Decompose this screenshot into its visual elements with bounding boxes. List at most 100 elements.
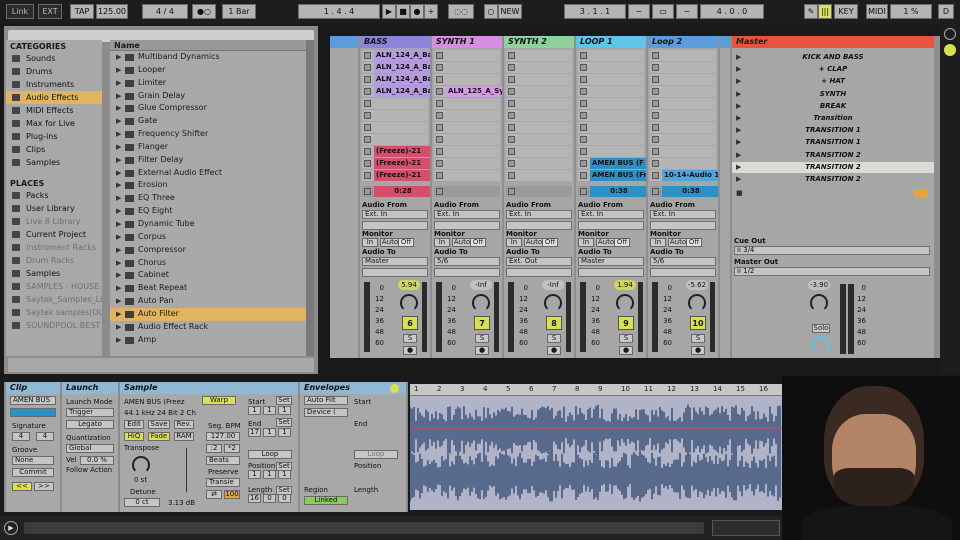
track-pan-knob[interactable] [616, 294, 634, 312]
clip-launch-icon[interactable] [652, 112, 659, 119]
place-item[interactable]: SAMPLES - HOUSE [6, 280, 102, 293]
track-stub-header[interactable] [330, 36, 358, 48]
clip-slot[interactable] [578, 146, 644, 157]
browser-list-item[interactable]: ▶ Filter Delay [110, 154, 306, 167]
detune-field[interactable]: 0 ct [124, 498, 160, 507]
browser-list-item[interactable]: ▶ Multiband Dynamics [110, 51, 306, 64]
input-channel-chooser[interactable] [506, 221, 572, 230]
clip[interactable]: ALN_125_A_Syn [446, 86, 502, 97]
monitor-button[interactable]: In [578, 238, 594, 247]
launch-mode-chooser[interactable]: Trigger [66, 408, 114, 417]
clip-slot[interactable] [506, 50, 572, 61]
bar-beat-field[interactable]: 0 [263, 494, 276, 503]
clip-slot[interactable]: (Freeze)-21 [362, 158, 430, 169]
hiq-button[interactable]: HiQ [124, 432, 144, 441]
envelope-device-chooser[interactable]: Auto Filt [304, 396, 348, 405]
scene-row[interactable]: ▶ TRANSITION 2 [732, 174, 934, 185]
place-item[interactable]: Drum Racks [6, 254, 102, 267]
category-item[interactable]: Audio Effects [6, 91, 102, 104]
audio-to-chooser[interactable]: Master [578, 257, 644, 266]
track-header[interactable]: BASS [360, 36, 430, 48]
beat-ruler[interactable]: 1 2 3 4 5 6 7 8 9 10 11 12 13 14 15 16 [410, 384, 782, 396]
monitor-button[interactable]: Auto [596, 238, 616, 247]
monitor-button[interactable]: In [362, 238, 378, 247]
expand-arrow-icon[interactable]: ▶ [116, 90, 121, 103]
loop-start-field[interactable]: 3 . 1 . 1 [564, 4, 626, 19]
track-activator-button[interactable]: 9 [618, 316, 634, 330]
solo-button[interactable]: S [547, 334, 561, 343]
clip-slot[interactable] [506, 74, 572, 85]
clip-launch-icon[interactable] [364, 160, 371, 167]
computer-midi-button[interactable]: ||| [818, 4, 832, 19]
scene-launch-icon[interactable]: ▶ [736, 76, 741, 87]
arm-button[interactable]: ● [619, 346, 633, 355]
ext-sync-button[interactable]: EXT [38, 4, 62, 19]
clip-slot[interactable] [650, 146, 716, 157]
clip-launch-icon[interactable] [508, 52, 515, 59]
loop-switch[interactable]: ▭ [652, 4, 674, 19]
cue-out-chooser[interactable]: ii 3/4 [734, 246, 930, 255]
bar-beat-field[interactable]: 0 [278, 494, 291, 503]
scene-row[interactable]: ▶ TRANSITION 2 [732, 150, 934, 161]
metronome-toggle[interactable]: ●○ [192, 4, 216, 19]
place-item[interactable]: Instrument Racks [6, 241, 102, 254]
clip-slot[interactable] [434, 62, 500, 73]
place-item[interactable]: Saytek samples(OLC [6, 306, 102, 319]
tap-tempo-button[interactable]: TAP [70, 4, 94, 19]
solo-button[interactable]: S [619, 334, 633, 343]
clip-launch-icon[interactable] [508, 112, 515, 119]
clip-slot[interactable] [650, 74, 716, 85]
clip-slot[interactable] [578, 98, 644, 109]
bar-beat-field[interactable]: 1 [278, 470, 291, 479]
track-volume-field[interactable]: -5.62 [686, 280, 708, 290]
browser-list-item[interactable]: ▶ Dynamic Tube [110, 218, 306, 231]
clip-launch-icon[interactable] [436, 136, 443, 143]
browser-list-item[interactable]: ▶ External Audio Effect [110, 167, 306, 180]
stop-all-clips-row[interactable]: ■ [732, 188, 934, 199]
clip-launch-icon[interactable] [436, 76, 443, 83]
clip-launch-icon[interactable] [364, 172, 371, 179]
stop-icon[interactable] [652, 188, 659, 195]
place-item[interactable]: Packs [6, 189, 102, 202]
output-channel-chooser[interactable] [578, 268, 644, 277]
clip[interactable]: 10-14-Audio 1 [662, 170, 718, 181]
browser-list-item[interactable]: ▶ Compressor [110, 244, 306, 257]
clip-slot[interactable]: (Freeze)-21 [362, 170, 430, 181]
linked-button[interactable]: Linked [304, 496, 348, 505]
scene-row[interactable]: ▶ + CLAP [732, 64, 934, 75]
reverse-button[interactable]: Rev. [174, 420, 194, 429]
bar-beat-field[interactable]: 16 [248, 494, 261, 503]
monitor-button[interactable]: Auto [452, 238, 472, 247]
clip-launch-icon[interactable] [364, 88, 371, 95]
warp-button[interactable]: Warp [202, 396, 236, 405]
transpose-knob[interactable] [132, 456, 150, 474]
clip-launch-icon[interactable] [364, 136, 371, 143]
scene-row[interactable]: ▶ BREAK [732, 101, 934, 112]
stop-slot[interactable] [506, 186, 572, 197]
clip-launch-icon[interactable] [508, 76, 515, 83]
bar-beat-field[interactable]: 1 [263, 428, 276, 437]
clip[interactable]: ALN_124_A_Ba [374, 86, 430, 97]
place-item[interactable]: User Library [6, 202, 102, 215]
clip-slot[interactable] [650, 86, 716, 97]
signature-denominator[interactable]: 4 [36, 432, 54, 441]
clip-slot[interactable] [434, 158, 500, 169]
clip-launch-icon[interactable] [580, 112, 587, 119]
clip-launch-icon[interactable] [652, 76, 659, 83]
stop-slot[interactable] [434, 186, 500, 197]
preserve-chooser[interactable]: Transie [206, 478, 240, 487]
clip-slot[interactable] [506, 134, 572, 145]
clip-launch-icon[interactable] [652, 172, 659, 179]
track-volume-field[interactable]: 5.94 [398, 280, 420, 290]
clip-launch-icon[interactable] [508, 160, 515, 167]
quantization-chooser[interactable]: Global [66, 444, 114, 453]
expand-arrow-icon[interactable]: ▶ [116, 102, 121, 115]
input-channel-chooser[interactable] [362, 221, 428, 230]
velocity-field[interactable]: 0.0 % [80, 456, 114, 465]
clip-slot[interactable] [578, 86, 644, 97]
scene-row[interactable]: ▶ TRANSITION 1 [732, 125, 934, 136]
expand-arrow-icon[interactable]: ▶ [116, 179, 121, 192]
arrow-icon[interactable] [390, 384, 399, 393]
clip-launch-icon[interactable] [364, 76, 371, 83]
track-header[interactable]: LOOP 1 [576, 36, 646, 48]
